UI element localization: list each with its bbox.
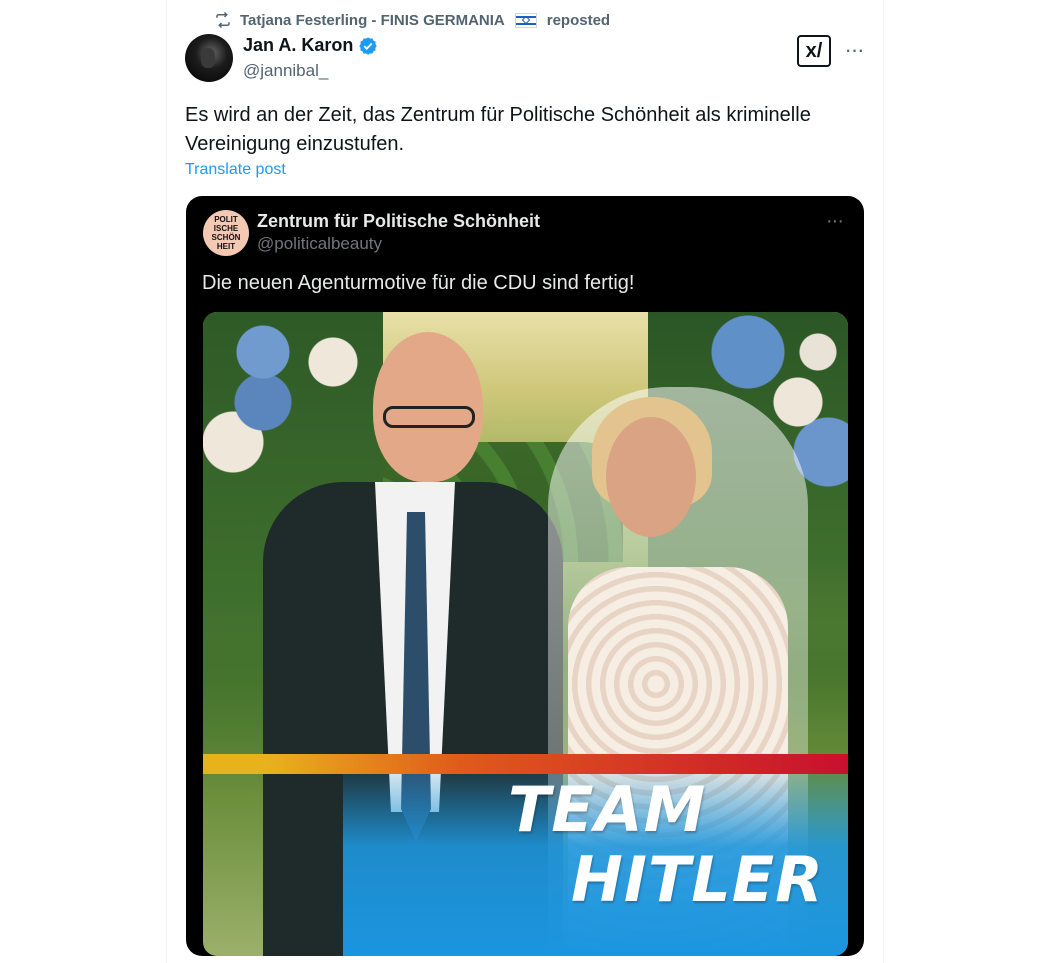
banner-text-line1: TEAM [508, 773, 707, 846]
verified-badge-icon [359, 36, 378, 55]
repost-suffix: reposted [546, 11, 611, 29]
quoted-author-name[interactable]: Zentrum für Politische Schönheit [257, 211, 540, 232]
repost-icon [214, 11, 232, 29]
reposter-name[interactable]: Tatjana Festerling - FINIS GERMANIA [240, 12, 505, 29]
post-text: Es wird an der Zeit, das Zentrum für Pol… [185, 104, 811, 155]
author-display-name[interactable]: Jan A. Karon [243, 35, 353, 56]
more-options-icon[interactable]: ··· [843, 37, 865, 62]
israel-flag-icon [514, 12, 537, 28]
author-info[interactable]: Jan A. Karon @jannibal_ [243, 35, 378, 81]
color-stripe [203, 754, 848, 774]
avatar-text-line: POLIT [214, 215, 238, 224]
quoted-author-handle[interactable]: @politicalbeauty [257, 234, 382, 254]
quoted-author-avatar[interactable]: POLIT ISCHE SCHÖN HEIT [203, 210, 249, 256]
author-handle[interactable]: @jannibal_ [243, 61, 378, 81]
avatar-text-line: ISCHE [213, 224, 239, 233]
quoted-post-image[interactable]: TEAM HITLER [203, 312, 848, 956]
quoted-post[interactable]: POLIT ISCHE SCHÖN HEIT Zentrum für Polit… [186, 196, 864, 956]
translate-post-link[interactable]: Translate post [185, 161, 286, 179]
banner-text-line2: HITLER [571, 843, 824, 916]
avatar-text-line: SCHÖN [211, 233, 241, 242]
author-avatar[interactable] [185, 34, 233, 82]
quoted-more-options-icon[interactable]: ··· [826, 210, 844, 233]
quoted-post-text: Die neuen Agenturmotive für die CDU sind… [202, 272, 635, 294]
grok-button[interactable]: x/ [797, 35, 831, 67]
repost-indicator[interactable]: Tatjana Festerling - FINIS GERMANIA repo… [214, 10, 610, 30]
avatar-text-line: HEIT [216, 242, 236, 251]
